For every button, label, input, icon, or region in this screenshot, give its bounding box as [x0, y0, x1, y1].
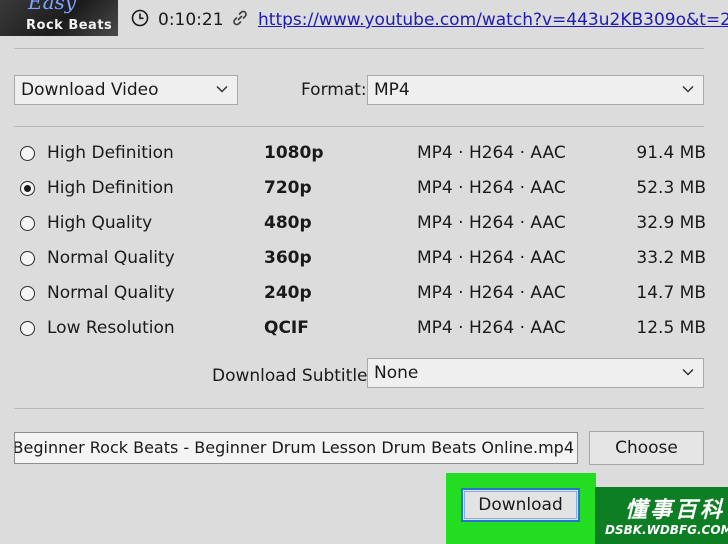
codec-label: MP4 · H264 · AAC [417, 318, 566, 338]
radio-button[interactable] [20, 321, 35, 336]
chevron-down-icon [682, 368, 694, 376]
quality-option-row[interactable]: High Quality 480p MP4 · H264 · AAC 32.9 … [0, 211, 728, 241]
codec-label: MP4 · H264 · AAC [417, 283, 566, 303]
subtitles-value: None [374, 363, 419, 383]
file-size-label: 91.4 MB [636, 143, 706, 163]
watermark-site-text: DSBK.WDBFG.COM [605, 523, 728, 537]
radio-button[interactable] [20, 146, 35, 161]
file-size-label: 52.3 MB [636, 178, 706, 198]
subtitles-label: Download Subtitles: [212, 366, 383, 386]
output-filename-value: asy Beginner Rock Beats - Beginner Drum … [14, 438, 574, 457]
link-icon [233, 10, 247, 26]
output-filename-field[interactable]: asy Beginner Rock Beats - Beginner Drum … [14, 432, 578, 464]
quality-label: High Definition [47, 178, 174, 198]
file-size-label: 14.7 MB [636, 283, 706, 303]
chevron-down-icon [216, 85, 228, 93]
watermark-logo: 懂事百科 DSBK.WDBFG.COM [595, 487, 728, 544]
video-duration: 0:10:21 [158, 10, 224, 30]
chevron-down-icon [682, 85, 694, 93]
radio-button[interactable] [20, 286, 35, 301]
quality-option-row[interactable]: High Definition 1080p MP4 · H264 · AAC 9… [0, 141, 728, 171]
subtitles-select[interactable]: None [367, 358, 704, 388]
quality-option-row[interactable]: Normal Quality 360p MP4 · H264 · AAC 33.… [0, 246, 728, 276]
radio-button[interactable] [20, 216, 35, 231]
quality-option-row[interactable]: High Definition 720p MP4 · H264 · AAC 52… [0, 176, 728, 206]
video-url-link[interactable]: https://www.youtube.com/watch?v=443u2KB3… [258, 10, 728, 30]
quality-label: Low Resolution [47, 318, 175, 338]
video-thumbnail: Easy Rock Beats [0, 0, 118, 36]
radio-button[interactable] [20, 181, 35, 196]
divider [14, 48, 704, 49]
download-type-value: Download Video [21, 80, 159, 100]
quality-label: Normal Quality [47, 248, 175, 268]
quality-label: High Definition [47, 143, 174, 163]
codec-label: MP4 · H264 · AAC [417, 248, 566, 268]
resolution-label: 1080p [264, 143, 324, 163]
codec-label: MP4 · H264 · AAC [417, 213, 566, 233]
codec-label: MP4 · H264 · AAC [417, 178, 566, 198]
quality-option-row[interactable]: Low Resolution QCIF MP4 · H264 · AAC 12.… [0, 316, 728, 346]
radio-button[interactable] [20, 251, 35, 266]
divider [14, 126, 704, 127]
thumbnail-title-bottom: Rock Beats [26, 18, 113, 33]
resolution-label: 720p [264, 178, 312, 198]
radio-selected-dot [23, 184, 31, 192]
file-size-label: 33.2 MB [636, 248, 706, 268]
file-size-label: 32.9 MB [636, 213, 706, 233]
resolution-label: QCIF [264, 318, 309, 338]
format-select[interactable]: MP4 [367, 75, 704, 105]
download-button[interactable]: Download [461, 488, 580, 522]
resolution-label: 360p [264, 248, 312, 268]
resolution-label: 480p [264, 213, 312, 233]
thumbnail-title-top: Easy [28, 0, 77, 14]
download-type-select[interactable]: Download Video [14, 75, 238, 105]
quality-option-row[interactable]: Normal Quality 240p MP4 · H264 · AAC 14.… [0, 281, 728, 311]
file-size-label: 12.5 MB [636, 318, 706, 338]
quality-label: High Quality [47, 213, 153, 233]
format-label: Format: [301, 80, 367, 100]
watermark-chinese-text: 懂事百科 [625, 498, 726, 523]
divider [14, 408, 704, 409]
quality-label: Normal Quality [47, 283, 175, 303]
resolution-label: 240p [264, 283, 312, 303]
codec-label: MP4 · H264 · AAC [417, 143, 566, 163]
clock-icon [131, 9, 149, 27]
format-value: MP4 [374, 80, 410, 100]
choose-button[interactable]: Choose [589, 431, 704, 465]
